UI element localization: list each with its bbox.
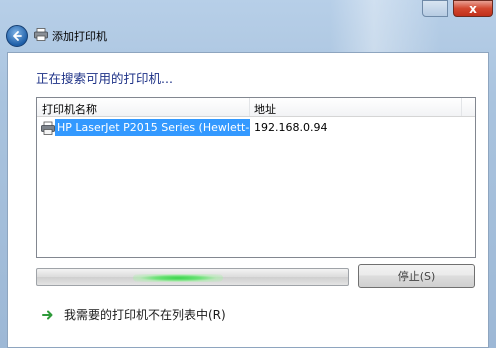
close-icon: x — [469, 1, 477, 16]
printer-icon — [34, 28, 48, 41]
wizard-content: 正在搜索可用的打印机... 打印机名称 地址 HP LaserJet P2015… — [7, 52, 489, 348]
printer-address-cell: 192.168.0.94 — [254, 121, 328, 134]
column-header-address[interactable]: 地址 — [254, 101, 276, 117]
maximize-button[interactable] — [422, 0, 448, 17]
page-heading: 正在搜索可用的打印机... — [36, 71, 173, 86]
close-button[interactable]: x — [453, 0, 493, 17]
printer-not-listed-link[interactable]: 我需要的打印机不在列表中(R) — [42, 306, 226, 323]
printer-name-cell: HP LaserJet P2015 Series (Hewlett-Pack..… — [55, 119, 250, 136]
green-arrow-icon — [42, 310, 53, 319]
printer-list[interactable]: 打印机名称 地址 HP LaserJet P2015 Series (Hewle… — [36, 97, 476, 258]
back-arrow-icon — [13, 31, 22, 41]
progress-glow — [133, 274, 223, 282]
list-header: 打印机名称 地址 — [37, 98, 475, 117]
link-label: 我需要的打印机不在列表中(R) — [64, 308, 226, 322]
printer-icon — [41, 121, 55, 135]
add-printer-window: x 添加打印机 正在搜索可用的打印机... 打印机名称 地址 HP LaserJ… — [0, 0, 496, 348]
window-title: 添加打印机 — [52, 30, 107, 43]
search-progress-bar — [36, 268, 349, 286]
column-header-name[interactable]: 打印机名称 — [42, 101, 97, 117]
list-item[interactable]: HP LaserJet P2015 Series (Hewlett-Pack..… — [39, 119, 473, 137]
back-button[interactable] — [6, 25, 28, 47]
stop-button[interactable]: 停止(S) — [358, 264, 475, 288]
